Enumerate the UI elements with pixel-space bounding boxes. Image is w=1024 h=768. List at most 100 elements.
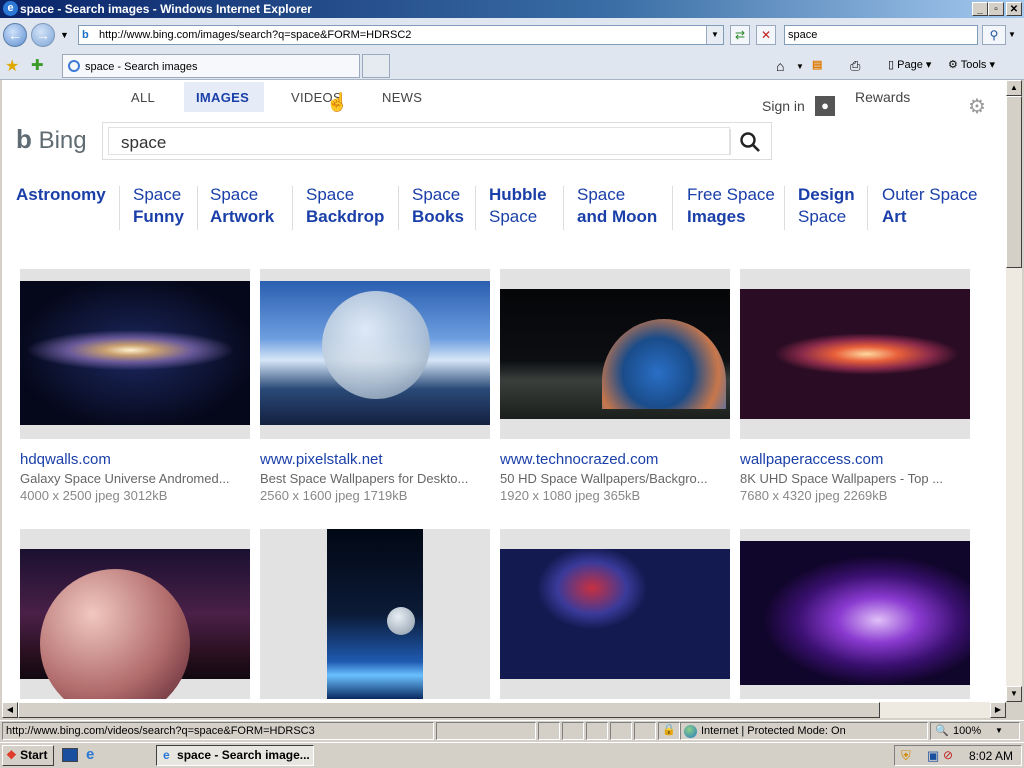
scroll-right-icon[interactable]: ▶ [990, 702, 1006, 718]
result-source-link[interactable]: www.pixelstalk.net [260, 451, 383, 468]
result-description[interactable]: 50 HD Space Wallpapers/Backgro... [500, 471, 730, 486]
taskbar-item-ie[interactable]: e space - Search image... [156, 745, 314, 766]
related-space-artwork[interactable]: Space Artwork [210, 184, 274, 228]
stop-icon[interactable]: ✕ [756, 25, 776, 45]
history-dropdown-icon[interactable]: ▼ [60, 30, 69, 40]
scroll-up-icon[interactable]: ▲ [1006, 80, 1022, 96]
browser-search-input[interactable]: space [784, 25, 978, 45]
refresh-icon[interactable]: ⇄ [730, 25, 750, 45]
internet-globe-icon [684, 725, 697, 738]
bing-b-icon: b [16, 124, 32, 154]
result-description[interactable]: Best Space Wallpapers for Deskto... [260, 471, 490, 486]
back-button[interactable]: ← [3, 23, 27, 47]
nav-all[interactable]: ALL [131, 90, 155, 105]
favorites-star-icon[interactable]: ★ [5, 56, 19, 76]
address-bar[interactable]: b http://www.bing.com/images/search?q=sp… [78, 25, 724, 45]
nav-images[interactable]: IMAGES [196, 90, 249, 105]
result-image-tile[interactable] [740, 269, 970, 439]
bing-search-box[interactable]: space [102, 122, 772, 160]
ie-quicklaunch-icon[interactable]: e [86, 746, 94, 763]
result-description[interactable]: Galaxy Space Universe Andromed... [20, 471, 250, 486]
related-line1: Design [798, 185, 855, 204]
result-image-tile[interactable] [740, 529, 970, 699]
bing-search-input[interactable]: space [108, 127, 730, 155]
planet-shape [40, 569, 190, 699]
user-avatar-icon[interactable]: ● [815, 96, 835, 116]
zone-pane[interactable]: Internet | Protected Mode: On [680, 722, 928, 740]
zoom-dropdown-icon[interactable]: ▼ [995, 726, 1003, 735]
forward-button[interactable]: → [31, 23, 55, 47]
network-icon[interactable]: ▣ [927, 748, 939, 764]
home-dropdown-icon[interactable]: ▼ [796, 62, 804, 71]
start-button[interactable]: ❖ Start [2, 745, 54, 766]
clock[interactable]: 8:02 AM [969, 749, 1013, 763]
moon-shape [322, 291, 430, 399]
related-space-and-moon[interactable]: Space and Moon [577, 184, 657, 228]
scroll-down-icon[interactable]: ▼ [1006, 686, 1022, 702]
windows-logo-icon: ❖ [6, 748, 17, 762]
moon-shape [387, 607, 415, 635]
related-outer-space-art[interactable]: Outer Space Art [882, 184, 977, 228]
page-menu[interactable]: ▯ Page ▾ [888, 58, 931, 71]
search-divider [730, 129, 731, 155]
related-separator [119, 186, 120, 230]
result-image-tile[interactable] [260, 269, 490, 439]
result-image-tile[interactable] [20, 269, 250, 439]
horizontal-scrollbar[interactable]: ◀ ▶ [2, 702, 1006, 718]
close-button[interactable]: ✕ [1006, 2, 1022, 16]
new-tab-button[interactable] [362, 54, 390, 78]
add-favorites-icon[interactable]: ✚ [31, 56, 44, 74]
result-source-link[interactable]: wallpaperaccess.com [740, 451, 883, 468]
result-source-link[interactable]: www.technocrazed.com [500, 451, 658, 468]
horizontal-scroll-thumb[interactable] [18, 702, 880, 718]
related-space-books[interactable]: Space Books [412, 184, 464, 228]
settings-gear-icon[interactable]: ⚙ [968, 94, 986, 119]
system-tray: ⛨ ▣ ⊘ 8:02 AM [894, 745, 1022, 766]
related-line1: Space [210, 185, 259, 204]
address-dropdown-icon[interactable]: ▼ [706, 26, 723, 44]
feeds-icon[interactable]: ▤ [812, 58, 822, 71]
scroll-left-icon[interactable]: ◀ [2, 702, 18, 718]
vertical-scroll-thumb[interactable] [1006, 96, 1022, 268]
result-meta: 2560 x 1600 jpeg 1719kB [260, 488, 408, 503]
result-source-link[interactable]: hdqwalls.com [20, 451, 111, 468]
window-title: space - Search images - Windows Internet… [20, 2, 312, 16]
print-icon[interactable]: ⎙ [850, 58, 860, 74]
result-image-tile[interactable] [500, 269, 730, 439]
related-space-backdrop[interactable]: Space Backdrop [306, 184, 384, 228]
red-planet-nebula-image [500, 549, 730, 679]
show-desktop-icon[interactable] [62, 748, 78, 762]
related-line1: Astronomy [16, 185, 106, 204]
related-space-funny[interactable]: Space Funny [133, 184, 184, 228]
result-image-tile[interactable] [500, 529, 730, 699]
result-image-tile[interactable] [20, 529, 250, 699]
start-label: Start [20, 748, 48, 762]
related-hubble-space[interactable]: Hubble Space [489, 184, 547, 228]
minimize-button[interactable]: _ [972, 2, 988, 16]
related-free-space-images[interactable]: Free Space Images [687, 184, 775, 228]
sign-in-link[interactable]: Sign in [762, 98, 805, 114]
related-astronomy[interactable]: Astronomy [16, 184, 106, 206]
result-image-tile[interactable] [260, 529, 490, 699]
security-shield-icon[interactable]: ⛨ [901, 748, 911, 764]
related-separator [292, 186, 293, 230]
page-label: Page [897, 59, 923, 71]
tab-space-search-images[interactable]: space - Search images [62, 54, 360, 78]
search-options-icon[interactable]: ▼ [1008, 30, 1016, 39]
network-error-icon[interactable]: ⊘ [943, 748, 953, 762]
maximize-button[interactable]: ▫ [988, 2, 1004, 16]
magnifier-icon[interactable] [739, 131, 761, 153]
nav-news[interactable]: NEWS [382, 90, 422, 105]
taskbar-item-label: space - Search image... [177, 748, 310, 762]
result-description[interactable]: 8K UHD Space Wallpapers - Top ... [740, 471, 970, 486]
tools-menu[interactable]: ⚙ Tools ▾ [948, 58, 995, 71]
loading-icon [68, 60, 80, 72]
zoom-pane[interactable]: 🔍 100% ▼ [930, 722, 1020, 740]
home-icon[interactable]: ⌂ [776, 58, 784, 74]
rewards-link[interactable]: Rewards [855, 89, 910, 105]
related-design-space[interactable]: Design Space [798, 184, 855, 228]
vertical-scrollbar[interactable]: ▲ ▼ [1006, 80, 1022, 702]
bing-logo[interactable]: b Bing [16, 124, 87, 155]
search-icon[interactable]: ⚲ [982, 25, 1006, 45]
protected-mode-lock-icon[interactable]: 🔒 [658, 722, 680, 740]
